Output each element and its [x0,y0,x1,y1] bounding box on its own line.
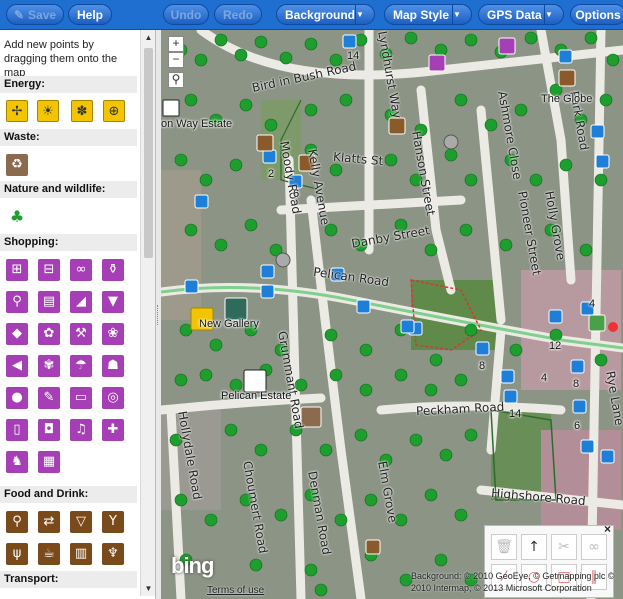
scroll-thumb[interactable] [144,48,153,258]
marker-count: 2 [268,168,275,180]
chevron-down-icon: ▼ [452,5,471,24]
pub-icon[interactable]: ▥ [70,543,92,565]
solar-icon[interactable]: ☀ [37,100,59,122]
place-label-pelican-estate[interactable]: Pelican Estate [221,390,291,402]
toolbar: ✎ Save Help Undo Redo Background ▼ Map St… [0,0,623,30]
florist-icon[interactable]: ✾ [38,355,60,377]
terms-of-use-link[interactable]: Terms of use [207,585,264,596]
category-transport: Transport: [0,571,137,588]
wine-shop-icon[interactable]: ⚱ [102,259,124,281]
instructions-text: Add new points by dragging them onto the… [4,39,118,79]
bing-logo: bing [171,553,214,578]
scroll-down-icon[interactable]: ▼ [143,583,154,594]
bicycle-shop-icon[interactable]: ⚲ [6,291,28,313]
laundry-icon[interactable]: ◘ [38,419,60,441]
restaurant-icon[interactable]: ψ [6,543,28,565]
help-button[interactable]: Help [68,4,112,25]
save-icon: ✎ [13,8,25,22]
map-view[interactable]: + − ⚲ Pelican Road Grummant Road Danby S… [161,30,623,599]
zoom-out-button[interactable]: − [168,52,184,68]
palette-scrollbar[interactable]: ▲ ▼ [140,30,156,596]
cup-icon[interactable]: ▽ [70,511,92,533]
refill-icon[interactable]: ⇄ [38,511,60,533]
delete-tool-icon[interactable]: 🗑 [491,534,517,560]
fish-shop-icon[interactable]: ◀ [6,355,28,377]
marker-count: 8 [479,360,486,372]
basket-icon[interactable]: ⊟ [38,259,60,281]
place-label-the-globe[interactable]: The Globe [541,93,592,105]
scroll-up-icon[interactable]: ▲ [143,32,154,43]
options-button[interactable]: Options [570,4,623,25]
kitchenware-icon[interactable]: ▭ [70,387,92,409]
art-supplies-icon[interactable]: ✎ [38,387,60,409]
chevron-down-icon: ▼ [355,5,374,24]
marker-count: 6 [574,420,581,432]
chevron-down-icon: ▼ [544,5,563,24]
butcher-icon[interactable]: ◢ [70,291,92,313]
marker-count: 8 [573,378,580,390]
toy-shop-icon[interactable]: ♞ [6,451,28,473]
pharmacy-icon[interactable]: ✚ [102,419,124,441]
bakery-icon[interactable]: ∞ [70,259,92,281]
undo-button[interactable]: Undo [163,4,209,25]
marker-count: 6 [293,188,300,200]
jewellery-icon[interactable]: ◎ [102,387,124,409]
link-tool-icon[interactable]: ∞ [581,534,607,560]
gps-data-dropdown[interactable]: GPS Data ▼ [478,4,564,25]
music-shop-icon[interactable]: ♫ [70,419,92,441]
greengrocer-icon[interactable]: ● [6,387,28,409]
wind-turbine-icon[interactable]: ✢ [6,100,28,122]
energy-plant-icon[interactable]: ⊕ [103,100,125,122]
category-nature: Nature and wildlife: [0,181,137,198]
water-tap-icon[interactable]: ⚲ [6,511,28,533]
place-label-way-estate[interactable]: on Way Estate [161,118,232,130]
wine-bar-icon[interactable]: ♆ [102,543,124,565]
cut-tool-icon[interactable]: ✂ [551,534,577,560]
select-tool-icon[interactable]: ↑ [521,534,547,560]
gift-icon[interactable]: ☗ [102,355,124,377]
recycling-icon[interactable]: ♻ [6,154,28,176]
zoom-in-button[interactable]: + [168,36,184,52]
market-icon[interactable]: ▦ [38,451,60,473]
mobile-phone-icon[interactable]: ▯ [6,419,28,441]
marker-count: 14 [509,408,522,420]
tree-icon[interactable]: ♣ [6,206,28,228]
symbol-palette: Add new points by dragging them onto the… [0,30,155,599]
books-icon[interactable]: ▤ [38,291,60,313]
watering-can-icon[interactable]: ☂ [70,355,92,377]
category-shopping: Shopping: [0,234,137,251]
cocktail-bar-icon[interactable]: Y [102,511,124,533]
map-style-dropdown[interactable]: Map Style ▼ [384,4,472,25]
category-waste: Waste: [0,129,137,146]
sweets-icon[interactable]: ◆ [6,323,28,345]
gift-shop-icon[interactable]: ✿ [38,323,60,345]
copyright-text: Background: © 2010 GeoEye, © Getmapping … [411,571,615,593]
clothes-icon[interactable]: ▼ [102,291,124,313]
marker-count: 12 [549,340,562,352]
search-icon[interactable]: ⚲ [168,72,184,88]
category-energy: Energy: [0,76,137,93]
redo-button[interactable]: Redo [214,4,262,25]
hardware-icon[interactable]: ⚒ [70,323,92,345]
shopping-cart-icon[interactable]: ⊞ [6,259,28,281]
background-dropdown[interactable]: Background ▼ [276,4,375,25]
hydro-icon[interactable]: ✽ [71,100,93,122]
category-food-drink: Food and Drink: [0,486,137,503]
cafe-icon[interactable]: ☕ [38,543,60,565]
place-label-new-gallery[interactable]: New Gallery [199,318,259,330]
marker-count: 14 [347,50,360,62]
save-button[interactable]: ✎ Save [6,4,64,25]
marker-count: 4 [541,372,548,384]
garden-centre-icon[interactable]: ❀ [102,323,124,345]
marker-count: 4 [589,298,596,310]
